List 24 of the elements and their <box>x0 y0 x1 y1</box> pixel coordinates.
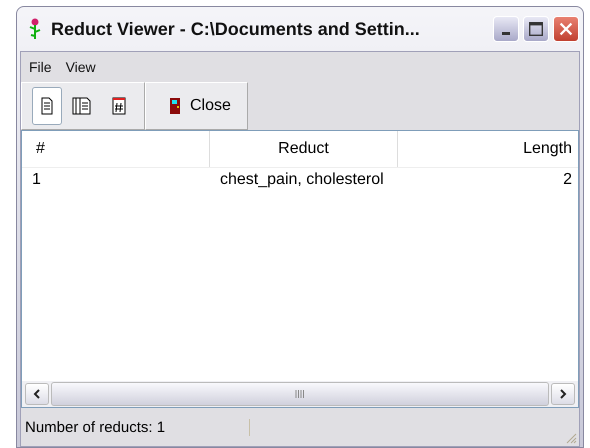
close-button[interactable] <box>553 16 579 42</box>
table-cell-text: 2 <box>562 171 573 189</box>
column-header[interactable]: # <box>22 131 210 167</box>
door-icon <box>170 98 180 114</box>
maximize-button[interactable] <box>523 16 549 42</box>
scroll-right-button[interactable] <box>551 383 575 405</box>
maximize-icon <box>527 20 545 38</box>
flower-icon <box>27 18 43 40</box>
status-text: Number of reducts: 1 <box>21 418 250 436</box>
table-cell-text: 1 <box>31 171 42 189</box>
window-title: Reduct Viewer - C:\Documents and Settin... <box>51 18 421 40</box>
column-header[interactable]: Length <box>398 131 578 167</box>
column-header[interactable]: Reduct <box>210 131 398 167</box>
close-icon <box>557 20 575 38</box>
horizontal-scrollbar[interactable] <box>22 381 578 407</box>
scroll-left-button[interactable] <box>25 383 49 405</box>
document-button[interactable] <box>32 87 62 125</box>
scroll-thumb[interactable] <box>51 382 549 406</box>
table-cell-text: chest_pain, cholesterol <box>219 171 385 189</box>
menu-item[interactable]: View <box>66 59 96 75</box>
resize-grip-icon[interactable] <box>565 432 577 444</box>
menu-item[interactable]: File <box>29 59 52 75</box>
minimize-button[interactable] <box>493 16 519 42</box>
minimize-icon <box>502 32 510 34</box>
